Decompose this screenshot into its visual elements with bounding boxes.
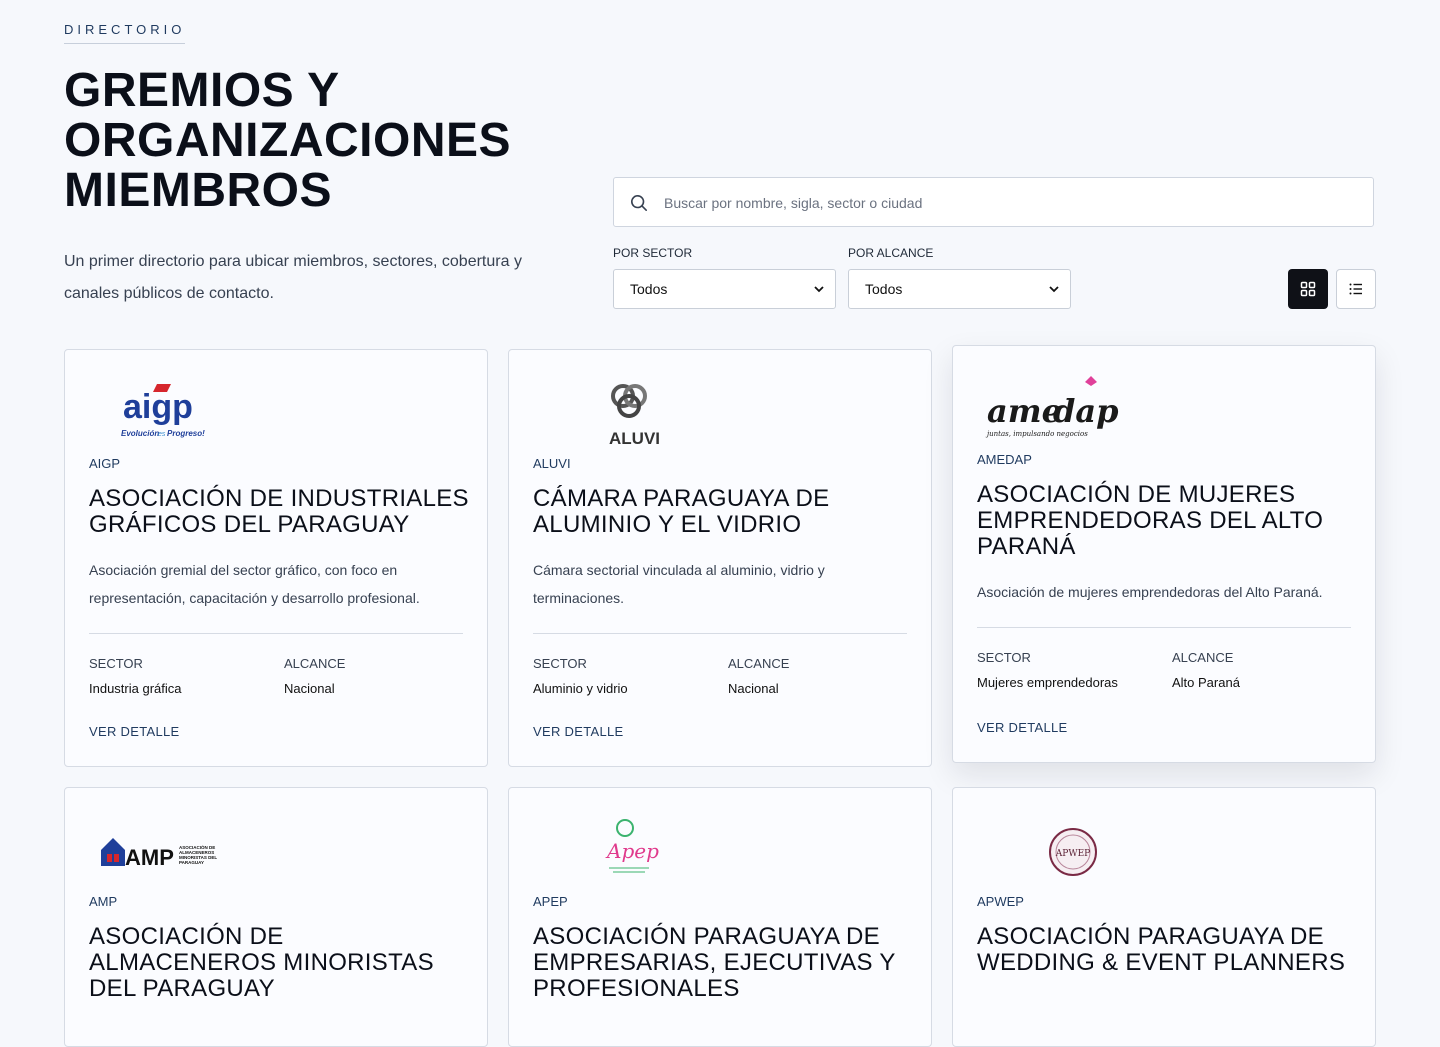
svg-text:Evolución: Evolución <box>121 429 159 438</box>
sector-filter-label: POR SECTOR <box>613 246 693 260</box>
view-detail-link[interactable]: VER DETALLE <box>89 724 179 739</box>
member-name: Asociación de Industriales Gráficos del … <box>89 485 469 538</box>
view-detail-link[interactable]: VER DETALLE <box>533 724 623 739</box>
member-card-amedap[interactable]: ame dap juntas, impulsando negocios AMED… <box>952 345 1376 763</box>
sector-label: SECTOR <box>977 650 1031 665</box>
member-description: Cámara sectorial vinculada al aluminio, … <box>533 562 825 606</box>
section-eyebrow: DIRECTORIO <box>64 22 186 44</box>
divider <box>89 633 463 634</box>
svg-text:AMP: AMP <box>125 845 174 870</box>
aluvi-logo: ALUVI <box>609 384 660 448</box>
member-abbr: ALUVI <box>533 456 571 471</box>
page-description: Un primer directorio para ubicar miembro… <box>64 253 522 302</box>
member-abbr: APWEP <box>977 894 1024 909</box>
svg-text:ALUVI: ALUVI <box>609 429 660 448</box>
member-card-apep[interactable]: Apep APEP Asociación Paraguaya de Empres… <box>508 787 932 1047</box>
sector-value: Mujeres emprendedoras <box>977 675 1118 690</box>
sector-select-value: Todos <box>630 281 668 297</box>
member-abbr: AMP <box>89 894 118 909</box>
grid-view-button[interactable] <box>1288 269 1328 309</box>
alcance-select-value: Todos <box>865 281 903 297</box>
alcance-label: ALCANCE <box>728 656 790 671</box>
alcance-filter-label: POR ALCANCE <box>848 246 934 260</box>
alcance-select[interactable]: Todos <box>848 269 1071 309</box>
sector-value: Aluminio y vidrio <box>533 681 628 696</box>
member-card-aluvi[interactable]: ALUVI ALUVI Cámara Paraguaya de Aluminio… <box>508 349 932 767</box>
member-name: Asociación de Almaceneros Minoristas del… <box>89 923 434 1002</box>
svg-text:dap: dap <box>1053 392 1118 430</box>
apwep-logo: APWEP <box>1049 828 1097 876</box>
search-input[interactable] <box>662 178 1356 228</box>
member-name: Cámara Paraguaya de Aluminio y el Vidrio <box>533 485 830 538</box>
sector-label: SECTOR <box>533 656 587 671</box>
amp-logo: AMP ASOCIACIÓN DE ALMACENEROS MINORISTAS… <box>101 838 217 870</box>
alcance-value: Nacional <box>728 681 779 696</box>
page-title: GREMIOS Y ORGANIZACIONES MIEMBROS <box>64 64 512 217</box>
member-abbr: APEP <box>533 894 568 909</box>
member-card-aigp[interactable]: aigp Evolución es Progreso! AIGP Asociac… <box>64 349 488 767</box>
grid-icon <box>1300 281 1316 297</box>
aigp-logo: aigp Evolución es Progreso! <box>121 384 205 438</box>
svg-text:APWEP: APWEP <box>1055 849 1090 859</box>
divider <box>533 633 907 634</box>
alcance-label: ALCANCE <box>1172 650 1234 665</box>
sector-label: SECTOR <box>89 656 143 671</box>
sector-select[interactable]: Todos <box>613 269 836 309</box>
member-card-apwep[interactable]: APWEP APWEP Asociación Paraguaya de Wedd… <box>952 787 1376 1047</box>
member-abbr: AMEDAP <box>977 452 1032 467</box>
chevron-down-icon <box>814 286 824 293</box>
svg-text:Apep: Apep <box>605 839 659 863</box>
svg-text:Progreso!: Progreso! <box>167 429 205 438</box>
list-view-button[interactable] <box>1336 269 1376 309</box>
member-name: Asociación Paraguaya de Empresarias, Eje… <box>533 923 896 1002</box>
view-detail-link[interactable]: VER DETALLE <box>977 720 1067 735</box>
apep-logo: Apep <box>605 819 659 873</box>
member-name: Asociación Paraguaya de Wedding & Event … <box>977 923 1346 976</box>
divider <box>977 627 1351 628</box>
member-description: Asociación gremial del sector gráfico, c… <box>89 562 420 606</box>
alcance-label: ALCANCE <box>284 656 346 671</box>
amedap-logo: ame dap juntas, impulsando negocios <box>985 376 1118 438</box>
svg-text:aigp: aigp <box>123 388 193 426</box>
member-name: Asociación de Mujeres Emprendedoras del … <box>977 481 1324 560</box>
svg-text:es: es <box>158 431 166 438</box>
search-icon <box>630 194 648 212</box>
alcance-value: Nacional <box>284 681 335 696</box>
member-abbr: AIGP <box>89 456 121 471</box>
list-icon <box>1349 283 1362 295</box>
member-card-amp[interactable]: AMP ASOCIACIÓN DE ALMACENEROS MINORISTAS… <box>64 787 488 1047</box>
alcance-value: Alto Paraná <box>1172 675 1240 690</box>
search-box[interactable] <box>613 177 1374 228</box>
member-description: Asociación de mujeres emprendedoras del … <box>977 584 1323 600</box>
sector-value: Industria gráfica <box>89 681 182 696</box>
svg-text:ame: ame <box>987 392 1062 430</box>
chevron-down-icon <box>1049 286 1059 293</box>
svg-text:juntas, impulsando negocios: juntas, impulsando negocios <box>985 430 1088 438</box>
